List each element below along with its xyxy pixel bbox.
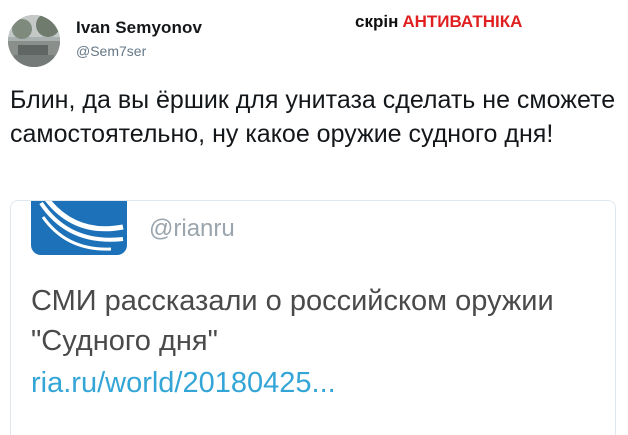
author-handle[interactable]: @Sem7ser xyxy=(76,43,146,59)
avatar-photo-icon xyxy=(8,15,60,67)
ria-novosti-logo-icon xyxy=(31,201,127,255)
author-display-name[interactable]: Ivan Semyonov xyxy=(76,18,202,38)
card-link[interactable]: ria.ru/world/20180425... xyxy=(31,367,336,400)
watermark-prefix: скрін xyxy=(355,12,399,31)
tweet-text: Блин, да вы ёршик для унитаза сделать не… xyxy=(10,86,616,148)
watermark: скрін АНТИВАТНІКА xyxy=(355,12,522,32)
watermark-name: АНТИВАТНІКА xyxy=(402,12,523,31)
embedded-tweet-card[interactable]: @rianru СМИ рассказали о российском оруж… xyxy=(10,200,616,435)
card-headline: СМИ рассказали о российском оружии "Судн… xyxy=(31,285,554,357)
avatar[interactable] xyxy=(8,15,60,67)
card-source-handle[interactable]: @rianru xyxy=(149,215,235,243)
tweet-screenshot: Ivan Semyonov @Sem7ser скрін АНТИВАТНІКА … xyxy=(0,0,628,435)
cropped-card-title-fragment xyxy=(141,200,331,201)
